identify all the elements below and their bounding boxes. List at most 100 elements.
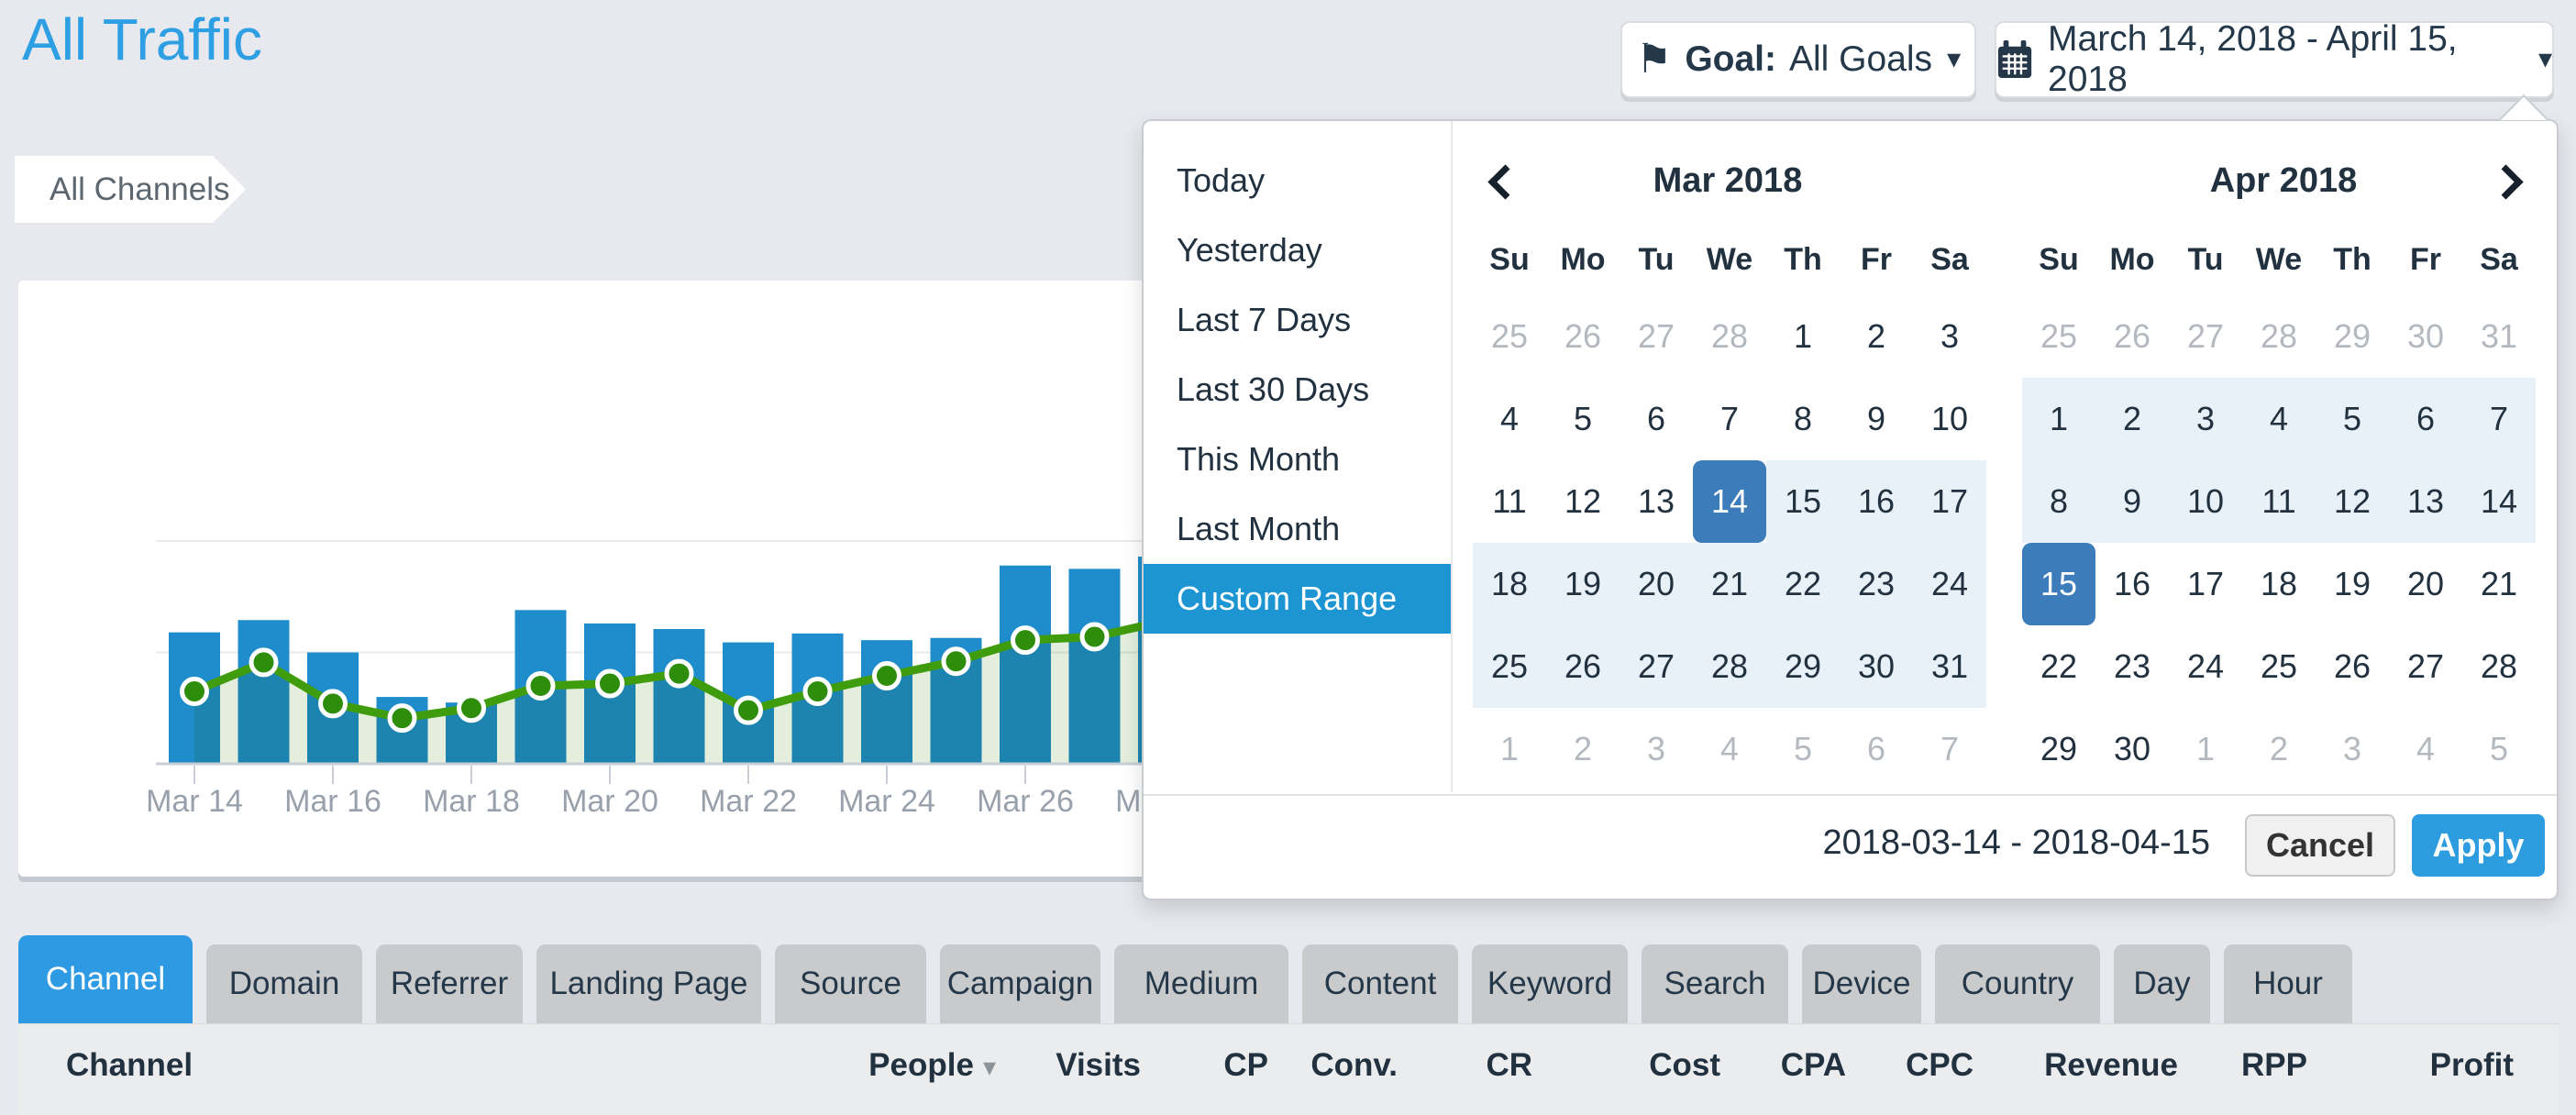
day-cell[interactable]: 5: [2462, 708, 2536, 790]
day-cell[interactable]: 4: [1693, 708, 1766, 790]
day-cell[interactable]: 27: [2169, 295, 2242, 378]
apply-button[interactable]: Apply: [2412, 814, 2545, 877]
day-cell[interactable]: 6: [1620, 378, 1693, 460]
day-cell[interactable]: 8: [2022, 460, 2095, 543]
day-cell[interactable]: 18: [1473, 543, 1546, 625]
conversions-point-mar-17[interactable]: [390, 706, 415, 731]
day-cell[interactable]: 27: [1620, 625, 1693, 708]
goal-selector-button[interactable]: Goal: All Goals: [1620, 21, 1976, 98]
tab-hour[interactable]: Hour: [2224, 944, 2352, 1023]
day-cell[interactable]: 13: [1620, 460, 1693, 543]
preset-item-last-month[interactable]: Last Month: [1144, 494, 1451, 564]
conversions-point-mar-20[interactable]: [598, 671, 623, 696]
tab-country[interactable]: Country: [1935, 944, 2100, 1023]
conversions-point-mar-14[interactable]: [182, 679, 207, 704]
day-cell[interactable]: 19: [1546, 543, 1620, 625]
day-cell[interactable]: 18: [2242, 543, 2316, 625]
day-cell[interactable]: 29: [2316, 295, 2389, 378]
day-cell[interactable]: 7: [1913, 708, 1986, 790]
conversions-point-mar-25[interactable]: [944, 649, 968, 674]
day-cell[interactable]: 31: [2462, 295, 2536, 378]
conversions-point-mar-26[interactable]: [1013, 628, 1038, 653]
day-cell[interactable]: 5: [1546, 378, 1620, 460]
day-cell[interactable]: 28: [1693, 295, 1766, 378]
tab-source[interactable]: Source: [775, 944, 926, 1023]
day-cell[interactable]: 21: [1693, 543, 1766, 625]
prev-month-icon[interactable]: [1484, 161, 1524, 202]
day-cell[interactable]: 26: [2316, 625, 2389, 708]
day-cell[interactable]: 2: [2242, 708, 2316, 790]
day-cell[interactable]: 17: [1913, 460, 1986, 543]
day-cell[interactable]: 2: [1546, 708, 1620, 790]
tab-day[interactable]: Day: [2114, 944, 2210, 1023]
day-cell[interactable]: 9: [1840, 378, 1913, 460]
day-cell[interactable]: 29: [2022, 708, 2095, 790]
day-cell[interactable]: 24: [1913, 543, 1986, 625]
tab-keyword[interactable]: Keyword: [1472, 944, 1628, 1023]
preset-item-last-30-days[interactable]: Last 30 Days: [1144, 355, 1451, 425]
day-cell[interactable]: 20: [1620, 543, 1693, 625]
day-cell[interactable]: 20: [2389, 543, 2462, 625]
tab-search[interactable]: Search: [1642, 944, 1788, 1023]
day-cell[interactable]: 25: [1473, 295, 1546, 378]
day-cell[interactable]: 25: [1473, 625, 1546, 708]
day-cell[interactable]: 16: [1840, 460, 1913, 543]
day-cell[interactable]: 12: [1546, 460, 1620, 543]
tab-campaign[interactable]: Campaign: [940, 944, 1100, 1023]
tab-medium[interactable]: Medium: [1114, 944, 1288, 1023]
day-cell[interactable]: 11: [2242, 460, 2316, 543]
day-cell[interactable]: 26: [2095, 295, 2169, 378]
day-cell[interactable]: 8: [1766, 378, 1840, 460]
day-cell[interactable]: 29: [1766, 625, 1840, 708]
next-month-icon[interactable]: [2484, 161, 2525, 202]
day-cell[interactable]: 27: [1620, 295, 1693, 378]
day-cell[interactable]: 27: [2389, 625, 2462, 708]
day-cell[interactable]: 22: [2022, 625, 2095, 708]
day-cell[interactable]: 1: [1473, 708, 1546, 790]
conversions-point-mar-24[interactable]: [875, 664, 900, 689]
day-cell[interactable]: 1: [1766, 295, 1840, 378]
day-cell[interactable]: 4: [2242, 378, 2316, 460]
day-cell[interactable]: 30: [2095, 708, 2169, 790]
column-header-profit[interactable]: Profit: [2220, 1047, 2514, 1084]
conversions-point-mar-18[interactable]: [459, 696, 484, 721]
preset-item-last-7-days[interactable]: Last 7 Days: [1144, 285, 1451, 355]
day-cell[interactable]: 5: [1766, 708, 1840, 790]
day-cell[interactable]: 4: [1473, 378, 1546, 460]
preset-item-custom-range[interactable]: Custom Range: [1144, 564, 1451, 634]
day-cell[interactable]: 14: [1693, 460, 1766, 543]
day-cell[interactable]: 26: [1546, 625, 1620, 708]
day-cell[interactable]: 7: [2462, 378, 2536, 460]
day-cell[interactable]: 4: [2389, 708, 2462, 790]
day-cell[interactable]: 3: [2169, 378, 2242, 460]
day-cell[interactable]: 6: [1840, 708, 1913, 790]
daterange-button[interactable]: March 14, 2018 - April 15, 2018: [1995, 21, 2554, 98]
tab-referrer[interactable]: Referrer: [376, 944, 523, 1023]
day-cell[interactable]: 2: [2095, 378, 2169, 460]
day-cell[interactable]: 16: [2095, 543, 2169, 625]
day-cell[interactable]: 28: [2462, 625, 2536, 708]
conversions-point-mar-23[interactable]: [805, 679, 830, 704]
breadcrumb[interactable]: All Channels: [15, 156, 246, 223]
day-cell[interactable]: 23: [2095, 625, 2169, 708]
day-cell[interactable]: 14: [2462, 460, 2536, 543]
conversions-point-mar-15[interactable]: [251, 650, 276, 675]
tab-device[interactable]: Device: [1802, 944, 1921, 1023]
tab-content[interactable]: Content: [1302, 944, 1458, 1023]
day-cell[interactable]: 25: [2022, 295, 2095, 378]
day-cell[interactable]: 23: [1840, 543, 1913, 625]
day-cell[interactable]: 30: [1840, 625, 1913, 708]
day-cell[interactable]: 3: [2316, 708, 2389, 790]
preset-item-this-month[interactable]: This Month: [1144, 425, 1451, 494]
conversions-point-mar-27[interactable]: [1082, 624, 1107, 649]
day-cell[interactable]: 10: [1913, 378, 1986, 460]
day-cell[interactable]: 6: [2389, 378, 2462, 460]
day-cell[interactable]: 3: [1913, 295, 1986, 378]
conversions-point-mar-16[interactable]: [321, 691, 346, 716]
day-cell[interactable]: 15: [1766, 460, 1840, 543]
conversions-point-mar-21[interactable]: [667, 661, 691, 686]
day-cell[interactable]: 11: [1473, 460, 1546, 543]
day-cell[interactable]: 1: [2022, 378, 2095, 460]
day-cell[interactable]: 7: [1693, 378, 1766, 460]
conversions-point-mar-19[interactable]: [528, 673, 553, 698]
